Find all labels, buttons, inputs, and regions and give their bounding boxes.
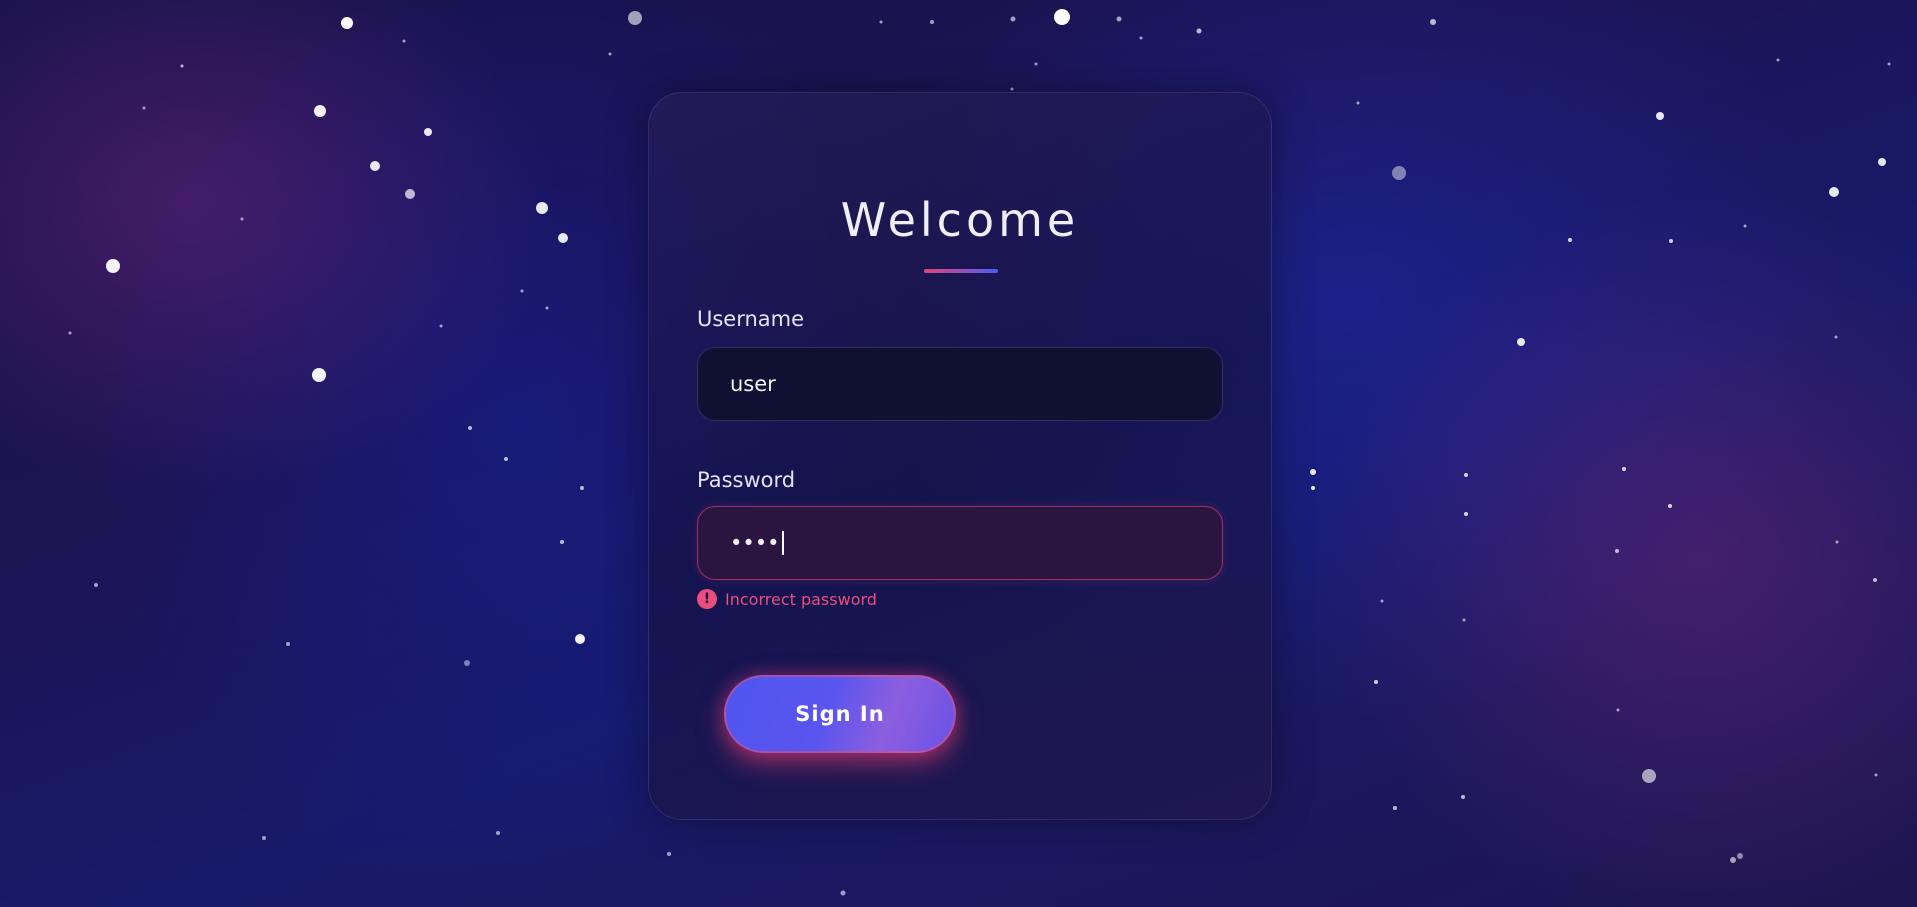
error-text: Incorrect password: [725, 589, 877, 609]
star: [1878, 158, 1886, 166]
star: [1393, 806, 1397, 810]
star: [1461, 795, 1465, 799]
star: [1310, 469, 1316, 475]
star: [1668, 504, 1672, 508]
star: [1462, 618, 1466, 622]
password-error-message: ! Incorrect password: [697, 589, 877, 609]
page-title: Welcome: [840, 193, 1080, 247]
star: [68, 331, 72, 335]
star: [1010, 16, 1016, 22]
sign-in-button[interactable]: Sign In: [724, 675, 956, 753]
star: [341, 17, 353, 29]
star: [496, 831, 500, 835]
star: [558, 233, 568, 243]
star: [1669, 239, 1673, 243]
star: [1517, 338, 1525, 346]
star: [1616, 708, 1620, 712]
username-label: Username: [697, 307, 805, 331]
star: [286, 642, 290, 646]
star: [405, 189, 415, 199]
star: [1737, 853, 1743, 859]
password-label: Password: [697, 468, 796, 492]
star: [1430, 19, 1436, 25]
star: [1139, 36, 1143, 40]
star: [1116, 16, 1122, 22]
star: [1374, 680, 1378, 684]
star: [464, 660, 470, 666]
star: [1730, 857, 1736, 863]
star: [879, 20, 883, 24]
star: [1656, 112, 1664, 120]
star: [370, 161, 380, 171]
star: [94, 583, 98, 587]
error-alert-icon: !: [697, 589, 717, 609]
star: [240, 217, 244, 221]
star: [1642, 769, 1656, 783]
star: [106, 259, 120, 273]
star: [575, 634, 585, 644]
star: [180, 64, 184, 68]
star: [1743, 224, 1747, 228]
star: [1010, 87, 1014, 91]
star: [667, 852, 671, 856]
star: [1834, 335, 1838, 339]
star: [1568, 238, 1572, 242]
star: [1392, 166, 1406, 180]
star: [520, 289, 524, 293]
star: [1464, 473, 1468, 477]
username-input[interactable]: user: [697, 347, 1223, 421]
star: [1034, 62, 1038, 66]
star: [312, 368, 326, 382]
star: [840, 890, 846, 896]
star: [468, 426, 472, 430]
star: [504, 457, 508, 461]
star: [402, 39, 406, 43]
star: [608, 52, 612, 56]
star: [1874, 773, 1878, 777]
star: [1311, 486, 1315, 490]
text-cursor: [781, 531, 784, 555]
star: [142, 106, 146, 110]
star: [560, 540, 564, 544]
star: [1835, 540, 1839, 544]
star: [1464, 512, 1468, 516]
star: [424, 128, 432, 136]
password-input[interactable]: ••••: [697, 506, 1223, 580]
username-value: user: [730, 372, 776, 396]
star: [545, 306, 549, 310]
star: [1776, 58, 1780, 62]
star: [1622, 467, 1626, 471]
login-card: Welcome Username user Password •••• ! In…: [648, 92, 1272, 820]
star: [1615, 549, 1619, 553]
star: [1196, 28, 1202, 34]
star: [580, 486, 584, 490]
star: [1356, 101, 1360, 105]
star: [628, 11, 642, 25]
star: [536, 202, 548, 214]
star: [439, 324, 443, 328]
star: [1054, 9, 1070, 25]
star: [262, 836, 266, 840]
password-value: ••••: [730, 531, 780, 555]
star: [314, 105, 326, 117]
star: [930, 20, 934, 24]
star: [1829, 187, 1839, 197]
title-underline: [924, 269, 998, 273]
star: [1380, 599, 1384, 603]
star: [1887, 62, 1891, 66]
star: [1873, 578, 1877, 582]
